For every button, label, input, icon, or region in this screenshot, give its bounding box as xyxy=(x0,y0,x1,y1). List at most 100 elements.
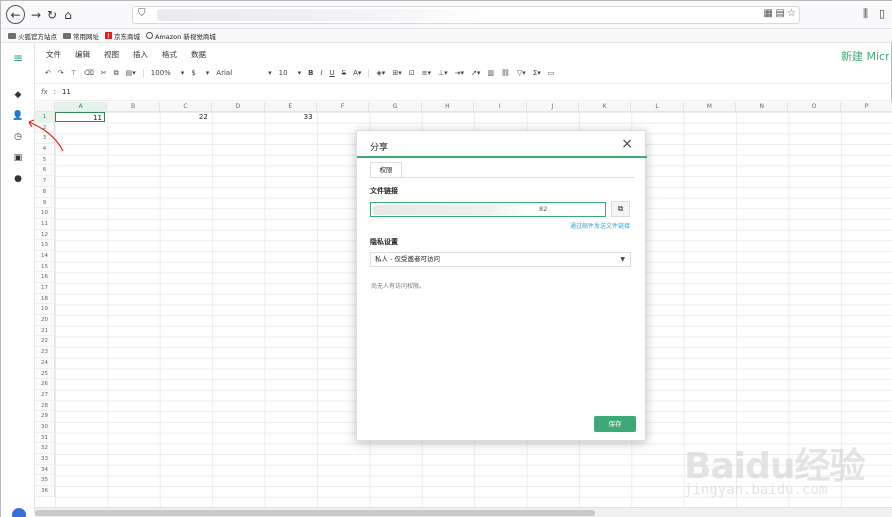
history-icon[interactable]: ◷ xyxy=(12,131,24,143)
grid-icon[interactable]: ▦ xyxy=(764,8,773,19)
menu-file[interactable]: 文件 xyxy=(46,49,64,63)
bookmark-item[interactable]: J 京东商城 xyxy=(105,31,140,41)
column-header[interactable]: G xyxy=(369,102,422,112)
column-header[interactable]: F xyxy=(316,102,370,112)
bookmark-item[interactable]: 火狐官方站点 xyxy=(8,31,57,41)
lock-icon[interactable]: ▣ xyxy=(12,152,24,164)
row-header[interactable]: 26 xyxy=(35,379,55,390)
column-header[interactable]: L xyxy=(631,102,684,112)
menu-format[interactable]: 格式 xyxy=(162,49,180,63)
currency-select[interactable]: $ ▾ xyxy=(191,69,209,77)
cell-e1[interactable]: 33 xyxy=(265,112,315,122)
back-button[interactable]: ← xyxy=(6,5,25,24)
underline-button[interactable]: U xyxy=(330,69,335,77)
row-header[interactable]: 18 xyxy=(35,293,55,305)
sum-icon[interactable]: Σ▾ xyxy=(533,69,541,77)
column-header[interactable]: N xyxy=(736,102,789,112)
row-header[interactable]: 32 xyxy=(35,443,55,454)
row-header[interactable]: 3 xyxy=(35,133,55,145)
library-icon[interactable]: ⫼ xyxy=(863,7,868,21)
row-header[interactable]: 5 xyxy=(35,154,55,166)
strikethrough-button[interactable]: S xyxy=(342,69,346,77)
cut-icon[interactable]: ✂ xyxy=(101,69,107,77)
row-header[interactable]: 29 xyxy=(35,411,55,422)
row-header[interactable]: 34 xyxy=(35,464,55,476)
copy-link-button[interactable]: ⧉ xyxy=(611,201,630,217)
tab-permissions[interactable]: 权限 xyxy=(370,162,402,178)
paste-icon[interactable]: ▤▾ xyxy=(126,69,136,77)
filter-icon[interactable]: ▽▾ xyxy=(517,69,526,77)
bookmark-item[interactable]: Amazon 新视觉商城 xyxy=(146,31,216,41)
font-select[interactable]: Arial ▾ xyxy=(216,69,271,77)
row-header[interactable]: 28 xyxy=(35,400,55,412)
row-header[interactable]: 31 xyxy=(35,432,55,444)
column-header[interactable]: J xyxy=(526,102,579,112)
email-link[interactable]: 通过邮件发送文件链接 xyxy=(570,221,630,230)
row-header[interactable]: 1 xyxy=(35,112,55,123)
column-header[interactable]: O xyxy=(788,102,841,112)
redo-icon[interactable]: ↷ xyxy=(58,69,64,77)
row-header[interactable]: 22 xyxy=(35,336,55,348)
row-header[interactable]: 35 xyxy=(35,475,55,487)
comment-icon[interactable]: ▭ xyxy=(548,69,555,77)
column-header[interactable]: I xyxy=(474,102,527,112)
italic-button[interactable]: I xyxy=(320,69,322,77)
close-icon[interactable]: × xyxy=(621,136,633,152)
column-header[interactable]: A xyxy=(55,102,108,112)
row-header[interactable]: 23 xyxy=(35,347,55,358)
row-header[interactable]: 24 xyxy=(35,357,55,369)
hamburger-menu-icon[interactable]: ≡ xyxy=(12,51,24,65)
row-header[interactable]: 15 xyxy=(35,261,55,273)
fill-color-icon[interactable]: ◈▾ xyxy=(376,69,385,77)
row-header[interactable]: 12 xyxy=(35,229,55,241)
row-header[interactable]: 9 xyxy=(35,197,55,209)
valign-icon[interactable]: ⊥▾ xyxy=(438,69,448,77)
row-header[interactable]: 13 xyxy=(35,240,55,251)
copy-icon[interactable]: ⧉ xyxy=(114,69,119,78)
row-header[interactable]: 14 xyxy=(35,250,55,262)
home-icon[interactable]: ⌂ xyxy=(59,6,77,24)
document-title[interactable]: 新建 Micro xyxy=(841,48,889,64)
file-link-input[interactable]: 82 xyxy=(370,202,606,217)
info-icon[interactable]: ● xyxy=(12,173,24,185)
formula-bar[interactable]: fx : 11 xyxy=(35,83,892,101)
merge-icon[interactable]: ⊡ xyxy=(409,69,415,77)
select-all-corner[interactable] xyxy=(35,102,55,112)
save-button[interactable]: 保存 xyxy=(594,416,636,432)
column-header[interactable]: M xyxy=(683,102,737,112)
row-header[interactable]: 19 xyxy=(35,304,55,316)
column-header[interactable]: D xyxy=(212,102,265,112)
row-header[interactable]: 8 xyxy=(35,186,55,198)
share-users-icon[interactable]: 👤 xyxy=(12,110,24,122)
font-size-select[interactable]: 10 ▾ xyxy=(279,69,301,77)
link-icon[interactable]: ⛓ xyxy=(501,69,510,77)
row-header[interactable]: 36 xyxy=(35,486,55,497)
menu-edit[interactable]: 编辑 xyxy=(75,49,93,63)
row-header[interactable]: 27 xyxy=(35,389,55,401)
menu-data[interactable]: 数据 xyxy=(191,49,209,63)
row-header[interactable]: 6 xyxy=(35,165,55,177)
privacy-select[interactable]: 私人 - 仅受邀者可访问 ▼ xyxy=(370,252,631,267)
menu-insert[interactable]: 插入 xyxy=(133,49,151,63)
text-color-icon[interactable]: A▾ xyxy=(353,69,361,77)
column-header[interactable]: H xyxy=(421,102,475,112)
row-header[interactable]: 30 xyxy=(35,421,55,433)
wrap-icon[interactable]: ⇥▾ xyxy=(455,69,464,77)
row-header[interactable]: 10 xyxy=(35,208,55,219)
url-bar[interactable]: ⛉ ▦ ▤ ☆ xyxy=(132,6,800,24)
rotate-icon[interactable]: ↗▾ xyxy=(471,69,480,77)
column-header[interactable]: B xyxy=(107,102,160,112)
row-header[interactable]: 17 xyxy=(35,283,55,294)
column-header[interactable]: C xyxy=(159,102,213,112)
star-icon[interactable]: ☆ xyxy=(787,8,796,19)
row-header[interactable]: 25 xyxy=(35,368,55,380)
cell-c1[interactable]: 22 xyxy=(160,112,210,122)
row-header[interactable]: 16 xyxy=(35,272,55,283)
align-icon[interactable]: ≡▾ xyxy=(422,69,431,77)
row-header[interactable]: 21 xyxy=(35,325,55,337)
row-header[interactable]: 33 xyxy=(35,454,55,465)
undo-icon[interactable]: ↶ xyxy=(45,69,51,77)
row-header[interactable]: 11 xyxy=(35,218,55,230)
column-header[interactable]: E xyxy=(264,102,317,112)
column-header[interactable]: K xyxy=(578,102,632,112)
